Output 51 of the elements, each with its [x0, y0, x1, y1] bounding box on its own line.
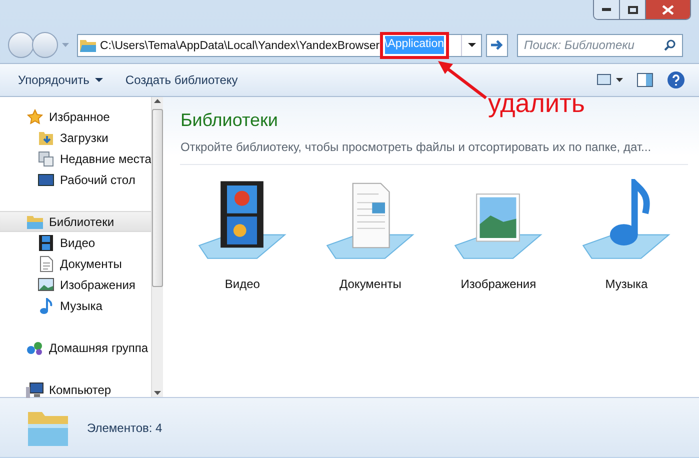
sidebar-item[interactable]: Компьютер — [0, 379, 152, 400]
section-title: Библиотеки — [180, 109, 278, 132]
library-label[interactable]: Видео — [224, 275, 260, 293]
folder-download-icon — [38, 130, 54, 146]
sidebar-item[interactable]: Изображения — [0, 274, 152, 295]
sidebar-item[interactable]: Недавние места — [0, 148, 152, 169]
status-text: Элементов: 4 — [87, 420, 162, 436]
folder-icon — [26, 214, 44, 230]
library-label[interactable]: Документы — [340, 275, 402, 293]
caret-icon — [95, 78, 104, 82]
new-library-button[interactable]: Создать библиотеку — [121, 68, 242, 92]
close-icon — [662, 4, 674, 14]
arrow-right-icon — [491, 40, 503, 50]
go-button[interactable] — [486, 34, 508, 56]
sidebar-item[interactable]: Документы — [0, 253, 152, 274]
library-label[interactable]: Изображения — [460, 275, 536, 293]
search-placeholder: Поиск: Библиотеки — [524, 37, 634, 54]
view-icon[interactable] — [597, 74, 623, 86]
sidebar-item[interactable]: Музыка — [0, 295, 152, 316]
sidebar-item[interactable]: Избранное — [0, 106, 152, 127]
document-icon — [40, 256, 52, 272]
caret-icon — [468, 43, 476, 47]
organize-button[interactable]: Упорядочить — [14, 68, 108, 92]
scroll-down-icon[interactable] — [154, 391, 162, 395]
folder-icon — [80, 38, 96, 52]
sidebar-item[interactable]: Загрузки — [0, 127, 152, 148]
music-note-icon — [39, 298, 53, 314]
library-label[interactable]: Музыка — [605, 275, 648, 293]
address-field[interactable]: C:\Users\Tema\AppData\Local\Yandex\YandexBrowser \Application — [77, 34, 482, 56]
scrollbar[interactable] — [151, 97, 164, 397]
minimize-button[interactable] — [594, 0, 620, 19]
network-icon — [26, 340, 44, 356]
sidebar-item[interactable]: Рабочий стол — [0, 169, 152, 190]
help-icon[interactable] — [667, 71, 685, 89]
picture-icon — [38, 278, 54, 291]
star-icon — [27, 108, 43, 124]
scroll-up-icon[interactable] — [154, 99, 162, 103]
search-icon — [664, 39, 676, 51]
section-description: Откройте библиотеку, чтобы просмотреть файлы и отсортировать их по папке, дат... — [180, 139, 652, 156]
search-field[interactable]: Поиск: Библиотеки — [517, 34, 683, 56]
monitor-icon — [38, 172, 54, 186]
computer-icon — [26, 382, 44, 398]
film-icon — [39, 234, 53, 250]
sidebar-item[interactable]: Видео — [0, 232, 152, 253]
close-button[interactable] — [646, 0, 690, 19]
sidebar-item[interactable]: Библиотеки — [0, 211, 152, 232]
sidebar-item[interactable]: Домашняя группа — [0, 337, 152, 358]
preview-pane-icon[interactable] — [637, 73, 653, 87]
annotation-arrow — [436, 60, 488, 100]
maximize-button[interactable] — [620, 0, 646, 19]
annotation-label: удалить — [488, 88, 585, 118]
